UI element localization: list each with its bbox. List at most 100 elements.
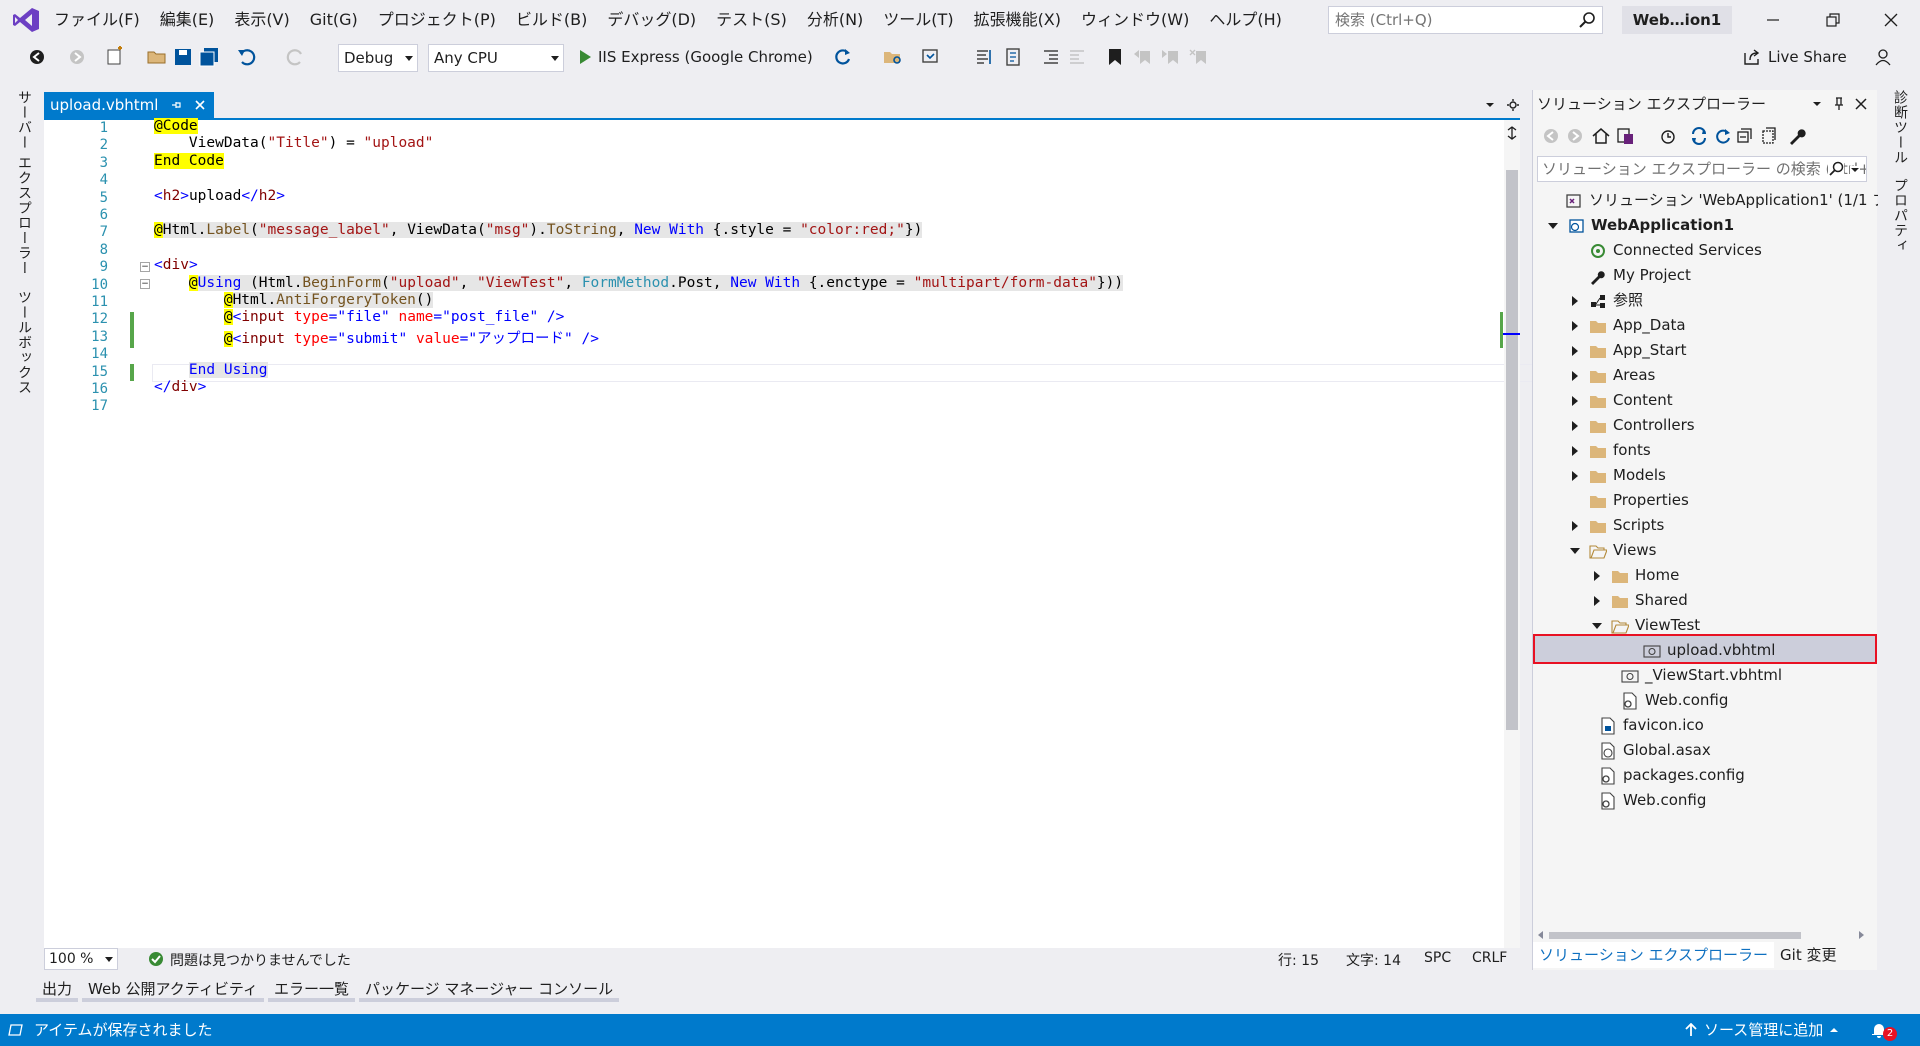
package-manager-console-tab[interactable]: パッケージ マネージャー コンソール xyxy=(358,976,620,1002)
line-indicator[interactable]: 行: 15 xyxy=(1278,950,1319,970)
find-in-files-icon[interactable] xyxy=(882,46,904,68)
tree-node-folder[interactable]: Areas xyxy=(1567,363,1655,388)
tree-node-connected-services[interactable]: Connected Services xyxy=(1589,238,1762,263)
back-icon[interactable] xyxy=(1541,126,1561,146)
web-publish-activity-tab[interactable]: Web 公開アクティビティ xyxy=(82,976,264,1002)
tree-node-file-upload[interactable]: upload.vbhtml xyxy=(1643,638,1775,663)
comment-out-icon[interactable] xyxy=(974,46,996,68)
menu-build[interactable]: ビルド(B) xyxy=(506,0,597,40)
tree-node-folder[interactable]: Scripts xyxy=(1567,513,1664,538)
menu-project[interactable]: プロジェクト(P) xyxy=(368,0,506,40)
live-share-button[interactable]: Live Share xyxy=(1742,42,1847,72)
solution-explorer-tab[interactable]: ソリューション エクスプローラー xyxy=(1533,942,1775,968)
scroll-left-icon[interactable] xyxy=(1537,931,1545,939)
issues-status[interactable]: 問題は見つかりませんでした xyxy=(170,950,351,970)
properties-wrench-icon[interactable] xyxy=(1787,126,1807,146)
restore-button[interactable] xyxy=(1810,6,1856,34)
notifications-button[interactable]: 2 xyxy=(1870,1019,1900,1041)
git-changes-tab[interactable]: Git 変更 xyxy=(1774,942,1842,968)
editor-scroll-thumb[interactable] xyxy=(1506,170,1518,730)
menu-debug[interactable]: デバッグ(D) xyxy=(597,0,706,40)
menu-help[interactable]: ヘルプ(H) xyxy=(1199,0,1292,40)
collapse-region-icon[interactable]: − xyxy=(140,279,150,289)
show-all-files-icon[interactable] xyxy=(1759,126,1779,146)
close-panel-icon[interactable] xyxy=(1855,98,1867,110)
feedback-icon[interactable] xyxy=(1872,46,1894,68)
collapsed-chevron-icon[interactable] xyxy=(1567,313,1583,338)
scroll-right-icon[interactable] xyxy=(1857,931,1865,939)
menu-edit[interactable]: 編集(E) xyxy=(150,0,225,40)
expanded-chevron-icon[interactable] xyxy=(1545,213,1561,238)
line-ending-indicator[interactable]: CRLF xyxy=(1472,950,1507,966)
collapsed-chevron-icon[interactable] xyxy=(1589,563,1605,588)
quick-search-input[interactable] xyxy=(1329,7,1559,33)
solution-explorer-horizontal-scrollbar[interactable] xyxy=(1537,928,1867,942)
expanded-chevron-icon[interactable] xyxy=(1567,538,1583,563)
collapse-region-icon[interactable]: − xyxy=(140,262,150,272)
window-position-icon[interactable] xyxy=(1811,99,1823,109)
zoom-combo[interactable]: 100 % xyxy=(44,948,118,970)
clear-bookmarks-icon[interactable] xyxy=(1188,46,1210,68)
output-tab[interactable]: 出力 xyxy=(36,976,79,1002)
bookmark-icon[interactable] xyxy=(1104,46,1126,68)
collapsed-chevron-icon[interactable] xyxy=(1567,463,1583,488)
menu-extensions[interactable]: 拡張機能(X) xyxy=(964,0,1071,40)
save-icon[interactable] xyxy=(172,46,194,68)
add-to-source-control-button[interactable]: ソース管理に追加 xyxy=(1684,1014,1839,1046)
pin-icon[interactable] xyxy=(170,99,182,111)
open-folder-icon[interactable] xyxy=(146,46,168,68)
toolbox-tab[interactable]: ツールボックス xyxy=(14,290,34,395)
tree-node-folder[interactable]: fonts xyxy=(1567,438,1651,463)
error-list-tab[interactable]: エラー一覧 xyxy=(267,976,355,1002)
tree-node-file[interactable]: Web.config xyxy=(1621,688,1728,713)
tree-node-folder[interactable]: App_Data xyxy=(1567,313,1686,338)
close-tab-icon[interactable] xyxy=(194,99,206,111)
undo-icon[interactable] xyxy=(236,46,258,68)
minimize-button[interactable] xyxy=(1750,6,1796,34)
redo-icon[interactable] xyxy=(284,46,306,68)
menu-tools[interactable]: ツール(T) xyxy=(873,0,963,40)
save-all-icon[interactable] xyxy=(198,46,220,68)
column-indicator[interactable]: 文字: 14 xyxy=(1346,950,1401,970)
tree-node-my-project[interactable]: My Project xyxy=(1589,263,1691,288)
menu-file[interactable]: ファイル(F) xyxy=(44,0,150,40)
tree-node-file[interactable]: Global.asax xyxy=(1599,738,1711,763)
tree-node-folder[interactable]: Content xyxy=(1567,388,1673,413)
tree-node-project[interactable]: WebApplication1 xyxy=(1545,213,1734,238)
tree-node-folder[interactable]: Properties xyxy=(1589,488,1689,513)
auto-hide-pin-icon[interactable] xyxy=(1833,97,1845,111)
refresh-icon[interactable] xyxy=(1713,126,1733,146)
menu-analyze[interactable]: 分析(N) xyxy=(797,0,873,40)
tree-node-folder[interactable]: App_Start xyxy=(1567,338,1686,363)
collapse-all-icon[interactable] xyxy=(1735,126,1755,146)
tree-node-file[interactable]: _ViewStart.vbhtml xyxy=(1621,663,1782,688)
properties-tab[interactable]: プロパティ xyxy=(1890,178,1910,253)
prev-bookmark-icon[interactable] xyxy=(1132,46,1154,68)
diagnostic-tools-tab[interactable]: 診断ツール xyxy=(1890,90,1910,165)
quick-search[interactable] xyxy=(1328,6,1603,34)
visual-studio-logo-icon[interactable] xyxy=(12,7,40,33)
tree-node-folder[interactable]: Models xyxy=(1567,463,1666,488)
solution-config-combo[interactable]: Debug xyxy=(338,44,418,72)
collapsed-chevron-icon[interactable] xyxy=(1589,588,1605,613)
tree-node-folder-views[interactable]: Views xyxy=(1567,538,1656,563)
tree-node-file[interactable]: packages.config xyxy=(1599,763,1745,788)
whitespace-indicator[interactable]: SPC xyxy=(1424,950,1451,966)
tree-node-folder[interactable]: Shared xyxy=(1589,588,1688,613)
expanded-chevron-icon[interactable] xyxy=(1589,613,1605,638)
navigate-forward-icon[interactable] xyxy=(66,46,88,68)
start-debugging-icon[interactable] xyxy=(574,46,596,68)
collapsed-chevron-icon[interactable] xyxy=(1567,363,1583,388)
close-window-button[interactable] xyxy=(1868,6,1914,34)
browser-link-icon[interactable] xyxy=(920,46,942,68)
collapsed-chevron-icon[interactable] xyxy=(1567,388,1583,413)
collapsed-chevron-icon[interactable] xyxy=(1567,438,1583,463)
collapsed-chevron-icon[interactable] xyxy=(1567,338,1583,363)
navigate-back-icon[interactable] xyxy=(26,46,48,68)
tree-node-folder[interactable]: Home xyxy=(1589,563,1679,588)
search-icon[interactable] xyxy=(1828,161,1844,177)
uncomment-icon[interactable] xyxy=(1002,46,1024,68)
tree-node-file[interactable]: Web.config xyxy=(1599,788,1706,813)
menu-test[interactable]: テスト(S) xyxy=(706,0,797,40)
home-icon[interactable] xyxy=(1591,126,1611,146)
